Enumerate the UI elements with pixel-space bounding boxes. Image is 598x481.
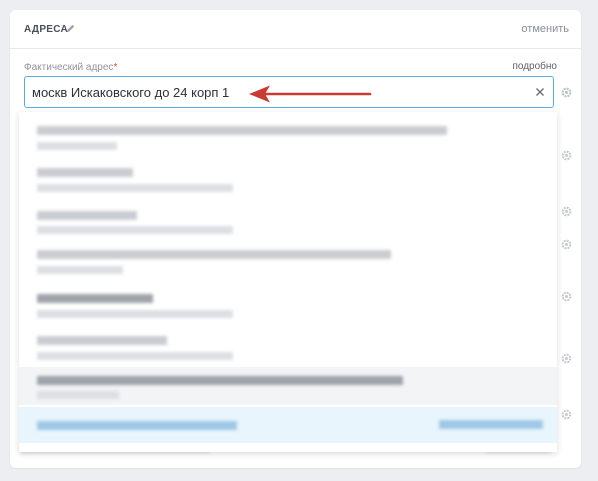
gear-icon[interactable] xyxy=(561,291,572,302)
annotation-arrow-icon xyxy=(249,85,372,103)
gear-icon[interactable] xyxy=(561,409,572,420)
suggestion-item-selected[interactable] xyxy=(19,407,557,443)
card-header: АДРЕСА отменить xyxy=(10,10,581,49)
section-title: АДРЕСА xyxy=(24,24,69,35)
close-icon[interactable] xyxy=(535,87,545,97)
suggestion-address xyxy=(37,336,167,345)
required-mark: * xyxy=(113,62,118,73)
suggestion-address xyxy=(37,250,391,259)
gear-icon[interactable] xyxy=(561,239,572,250)
suggestion-item[interactable] xyxy=(19,160,557,200)
suggestion-item[interactable] xyxy=(19,328,557,368)
suggestion-tag xyxy=(439,420,543,429)
suggestion-address xyxy=(37,376,403,385)
address-field-label-text: Фактический адрес xyxy=(24,62,114,73)
suggestion-detail xyxy=(37,226,233,234)
suggestion-detail xyxy=(37,310,233,318)
suggestion-address xyxy=(37,168,133,177)
cancel-link[interactable]: отменить xyxy=(521,23,569,35)
gear-icon[interactable] xyxy=(561,87,572,98)
suggestion-item[interactable] xyxy=(19,367,557,405)
suggestion-detail xyxy=(37,142,117,150)
suggestion-detail xyxy=(37,184,233,192)
suggestion-address xyxy=(37,294,153,303)
suggestion-item[interactable] xyxy=(19,202,557,240)
suggestion-address xyxy=(37,126,447,135)
suggestion-address xyxy=(37,421,237,430)
suggestion-detail xyxy=(37,352,233,360)
gear-icon[interactable] xyxy=(561,206,572,217)
gear-icon[interactable] xyxy=(561,353,572,364)
suggestion-detail xyxy=(37,391,119,399)
pencil-icon[interactable] xyxy=(65,23,76,34)
details-link[interactable]: подробно xyxy=(512,61,557,72)
address-field-label: Фактический адрес* xyxy=(24,62,117,73)
suggestion-item[interactable] xyxy=(19,242,557,282)
address-suggestions-dropdown xyxy=(19,112,557,452)
suggestion-item[interactable] xyxy=(19,286,557,326)
suggestion-address xyxy=(37,211,137,220)
suggestion-detail xyxy=(37,266,123,274)
gear-icon[interactable] xyxy=(561,150,572,161)
suggestion-item[interactable] xyxy=(19,116,557,158)
